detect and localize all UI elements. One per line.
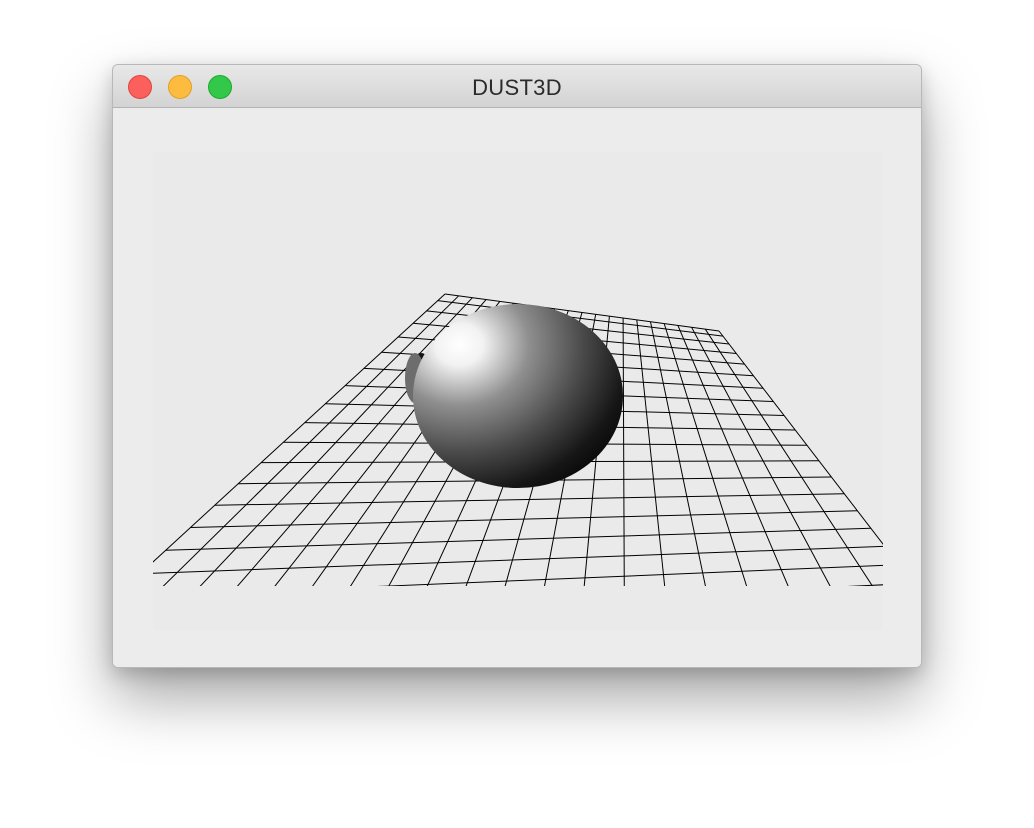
grid-line xyxy=(622,318,625,586)
grid-line xyxy=(636,319,666,586)
3d-viewport[interactable] xyxy=(153,152,883,630)
app-window: DUST3D xyxy=(112,64,922,668)
sphere-body xyxy=(413,304,623,488)
window-content xyxy=(113,108,921,667)
mesh-model xyxy=(405,304,623,488)
grid-line xyxy=(153,622,883,630)
grid-line xyxy=(846,584,883,586)
grid-line xyxy=(153,603,883,631)
grid-line xyxy=(663,323,748,586)
grid-line xyxy=(704,328,874,586)
3d-scene[interactable] xyxy=(153,152,883,630)
grid-line xyxy=(199,297,473,586)
grid-line xyxy=(650,321,706,586)
window-title: DUST3D xyxy=(472,75,562,100)
title-bar[interactable]: DUST3D xyxy=(113,65,921,108)
